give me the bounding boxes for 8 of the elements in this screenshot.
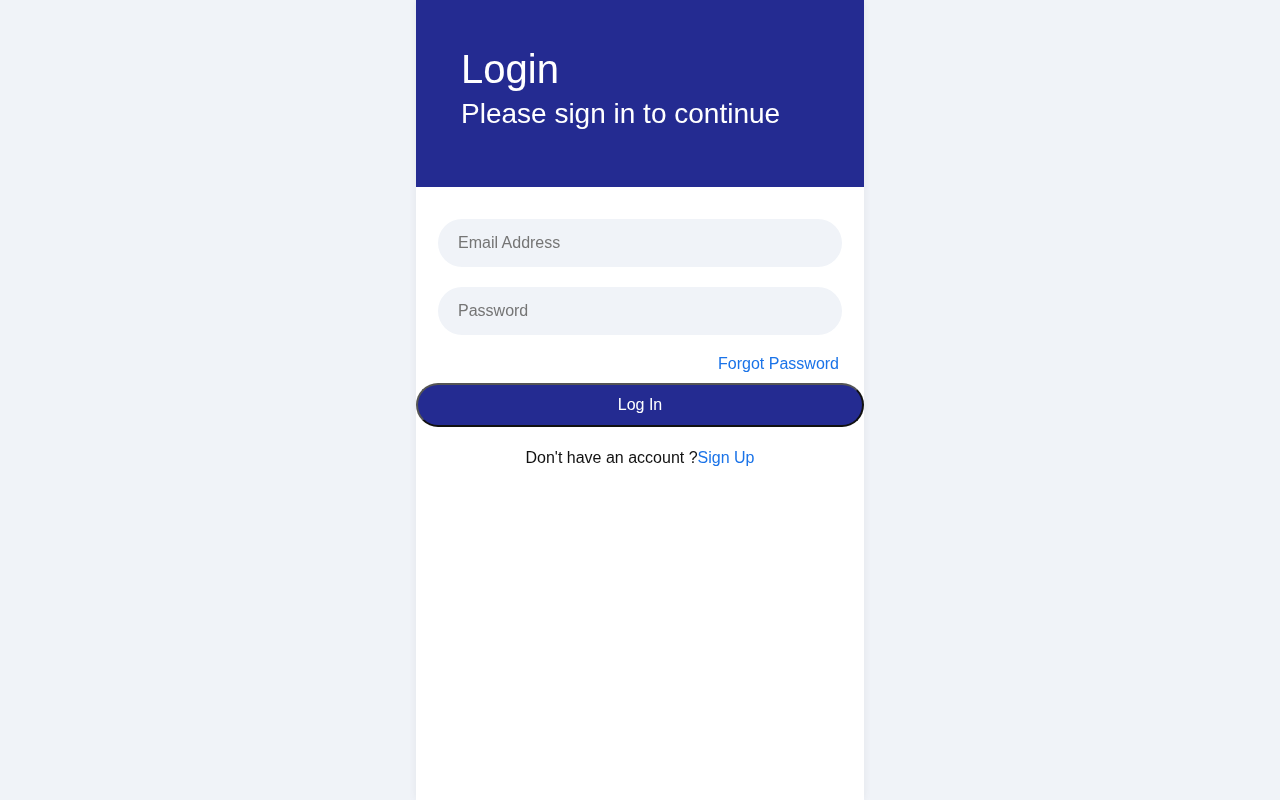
- sign-up-link[interactable]: Sign Up: [697, 449, 755, 466]
- signup-prompt: Don't have an account ?Sign Up: [525, 449, 755, 467]
- login-title: Login: [461, 46, 559, 93]
- email-field[interactable]: Email Address: [438, 219, 842, 267]
- login-button[interactable]: Log In: [416, 383, 864, 427]
- forgot-password-link[interactable]: Forgot Password: [718, 355, 839, 373]
- password-field[interactable]: Password: [438, 287, 842, 335]
- login-subtitle: Please sign in to continue: [461, 97, 781, 131]
